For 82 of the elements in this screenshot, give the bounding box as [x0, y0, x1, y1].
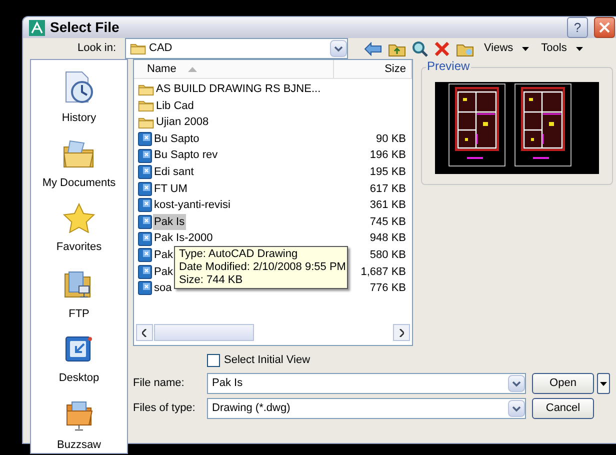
places-item[interactable]: Favorites [56, 203, 102, 256]
tooltip-line: Date Modified: 2/10/2008 9:55 PM [179, 261, 343, 274]
file-size: 948 KB [370, 231, 406, 246]
file-type-dropdown[interactable]: Drawing (*.dwg) [207, 398, 526, 419]
drawing-file-icon [138, 182, 152, 196]
desktop-icon [64, 334, 94, 364]
cancel-button[interactable]: Cancel [532, 398, 594, 419]
file-size: 745 KB [370, 214, 406, 230]
places-item[interactable]: FTP [63, 268, 95, 322]
file-name[interactable]: Edi sant [153, 164, 195, 181]
file-name[interactable]: FT UM [153, 180, 188, 198]
tooltip-line: Type: AutoCAD Drawing [179, 248, 299, 261]
close-button[interactable] [594, 17, 615, 38]
folder-icon [138, 99, 154, 112]
window-title: Select File [50, 18, 120, 37]
places-item[interactable]: Desktop [58, 334, 100, 386]
file-name[interactable]: soa [153, 280, 173, 297]
open-folder-icon [62, 138, 96, 168]
file-name[interactable]: Pak [153, 246, 174, 264]
look-in-label: Look in: [76, 41, 117, 56]
back-arrow-icon[interactable] [364, 42, 382, 56]
file-name[interactable]: Pak Is-2000 [153, 230, 214, 247]
drawing-file-icon [138, 232, 152, 246]
drawing-file-icon [138, 165, 152, 180]
places-item[interactable]: My Documents [42, 138, 116, 191]
file-name[interactable]: Ujian 2008 [155, 114, 210, 131]
scroll-left-icon[interactable] [136, 324, 153, 341]
open-button[interactable]: Open [532, 373, 594, 394]
field-label: File name: [133, 376, 186, 392]
file-size: 1,687 KB [360, 264, 406, 280]
help-button[interactable]: ? [567, 17, 588, 38]
places-item[interactable]: History [62, 70, 96, 126]
places-item[interactable]: Buzzsaw [56, 398, 102, 453]
tooltip-line: Size: 744 KB [179, 274, 244, 287]
file-name[interactable]: AS BUILD DRAWING RS BJNE... [155, 81, 322, 98]
file-name[interactable]: Pak [153, 264, 174, 280]
caret-icon [522, 46, 530, 50]
file-size: 617 KB [370, 182, 406, 197]
horizontal-scrollbar[interactable] [136, 324, 410, 341]
file-name[interactable]: Bu Sapto [153, 130, 200, 148]
delete-icon[interactable] [434, 40, 450, 56]
folder-icon [130, 42, 146, 55]
folder-icon [138, 116, 154, 129]
look-in-dropdown[interactable]: CAD [125, 38, 348, 59]
checkbox[interactable] [207, 354, 220, 366]
file-size: 195 KB [370, 165, 406, 180]
file-name[interactable]: kost-yanti-revisi [153, 197, 232, 214]
clock-document-icon [62, 70, 95, 104]
drawing-file-icon [138, 215, 152, 230]
column-header[interactable]: Size [334, 60, 412, 78]
folder-icon [64, 398, 94, 430]
look-in-value: CAD [149, 41, 174, 56]
file-name-field[interactable]: Pak Is [207, 373, 526, 394]
toolbar-menu[interactable]: Tools [541, 40, 583, 57]
search-icon[interactable] [412, 40, 428, 56]
drawing-file-icon [138, 264, 152, 279]
folder-icon [138, 82, 154, 96]
close-icon [599, 22, 610, 33]
star-icon [63, 203, 95, 233]
scroll-right-icon[interactable] [393, 324, 410, 341]
drawing-file-icon [138, 198, 152, 212]
field-label: Files of type: [133, 401, 196, 416]
column-header[interactable]: Name [134, 60, 334, 78]
toolbar-menu[interactable]: Views [484, 40, 530, 57]
file-size: 580 KB [370, 248, 406, 263]
app-icon [29, 20, 45, 36]
file-size: 196 KB [370, 148, 406, 164]
preview-label: Preview [426, 59, 471, 73]
file-name[interactable]: Bu Sapto rev [153, 147, 219, 164]
caret-icon [576, 46, 583, 50]
file-size: 90 KB [376, 132, 406, 147]
sort-arrow-icon [188, 66, 198, 72]
scroll-thumb[interactable] [154, 324, 254, 341]
drawing-file-icon [138, 248, 152, 262]
file-size: 776 KB [370, 281, 406, 296]
checkbox-label: Select Initial View [224, 352, 310, 368]
file-name[interactable]: Lib Cad [155, 98, 195, 114]
file-size: 361 KB [370, 198, 406, 214]
drawing-file-icon [138, 281, 152, 296]
file-name[interactable]: Pak Is [153, 214, 186, 230]
drawing-file-icon [138, 148, 152, 163]
drawing-file-icon [138, 132, 152, 146]
